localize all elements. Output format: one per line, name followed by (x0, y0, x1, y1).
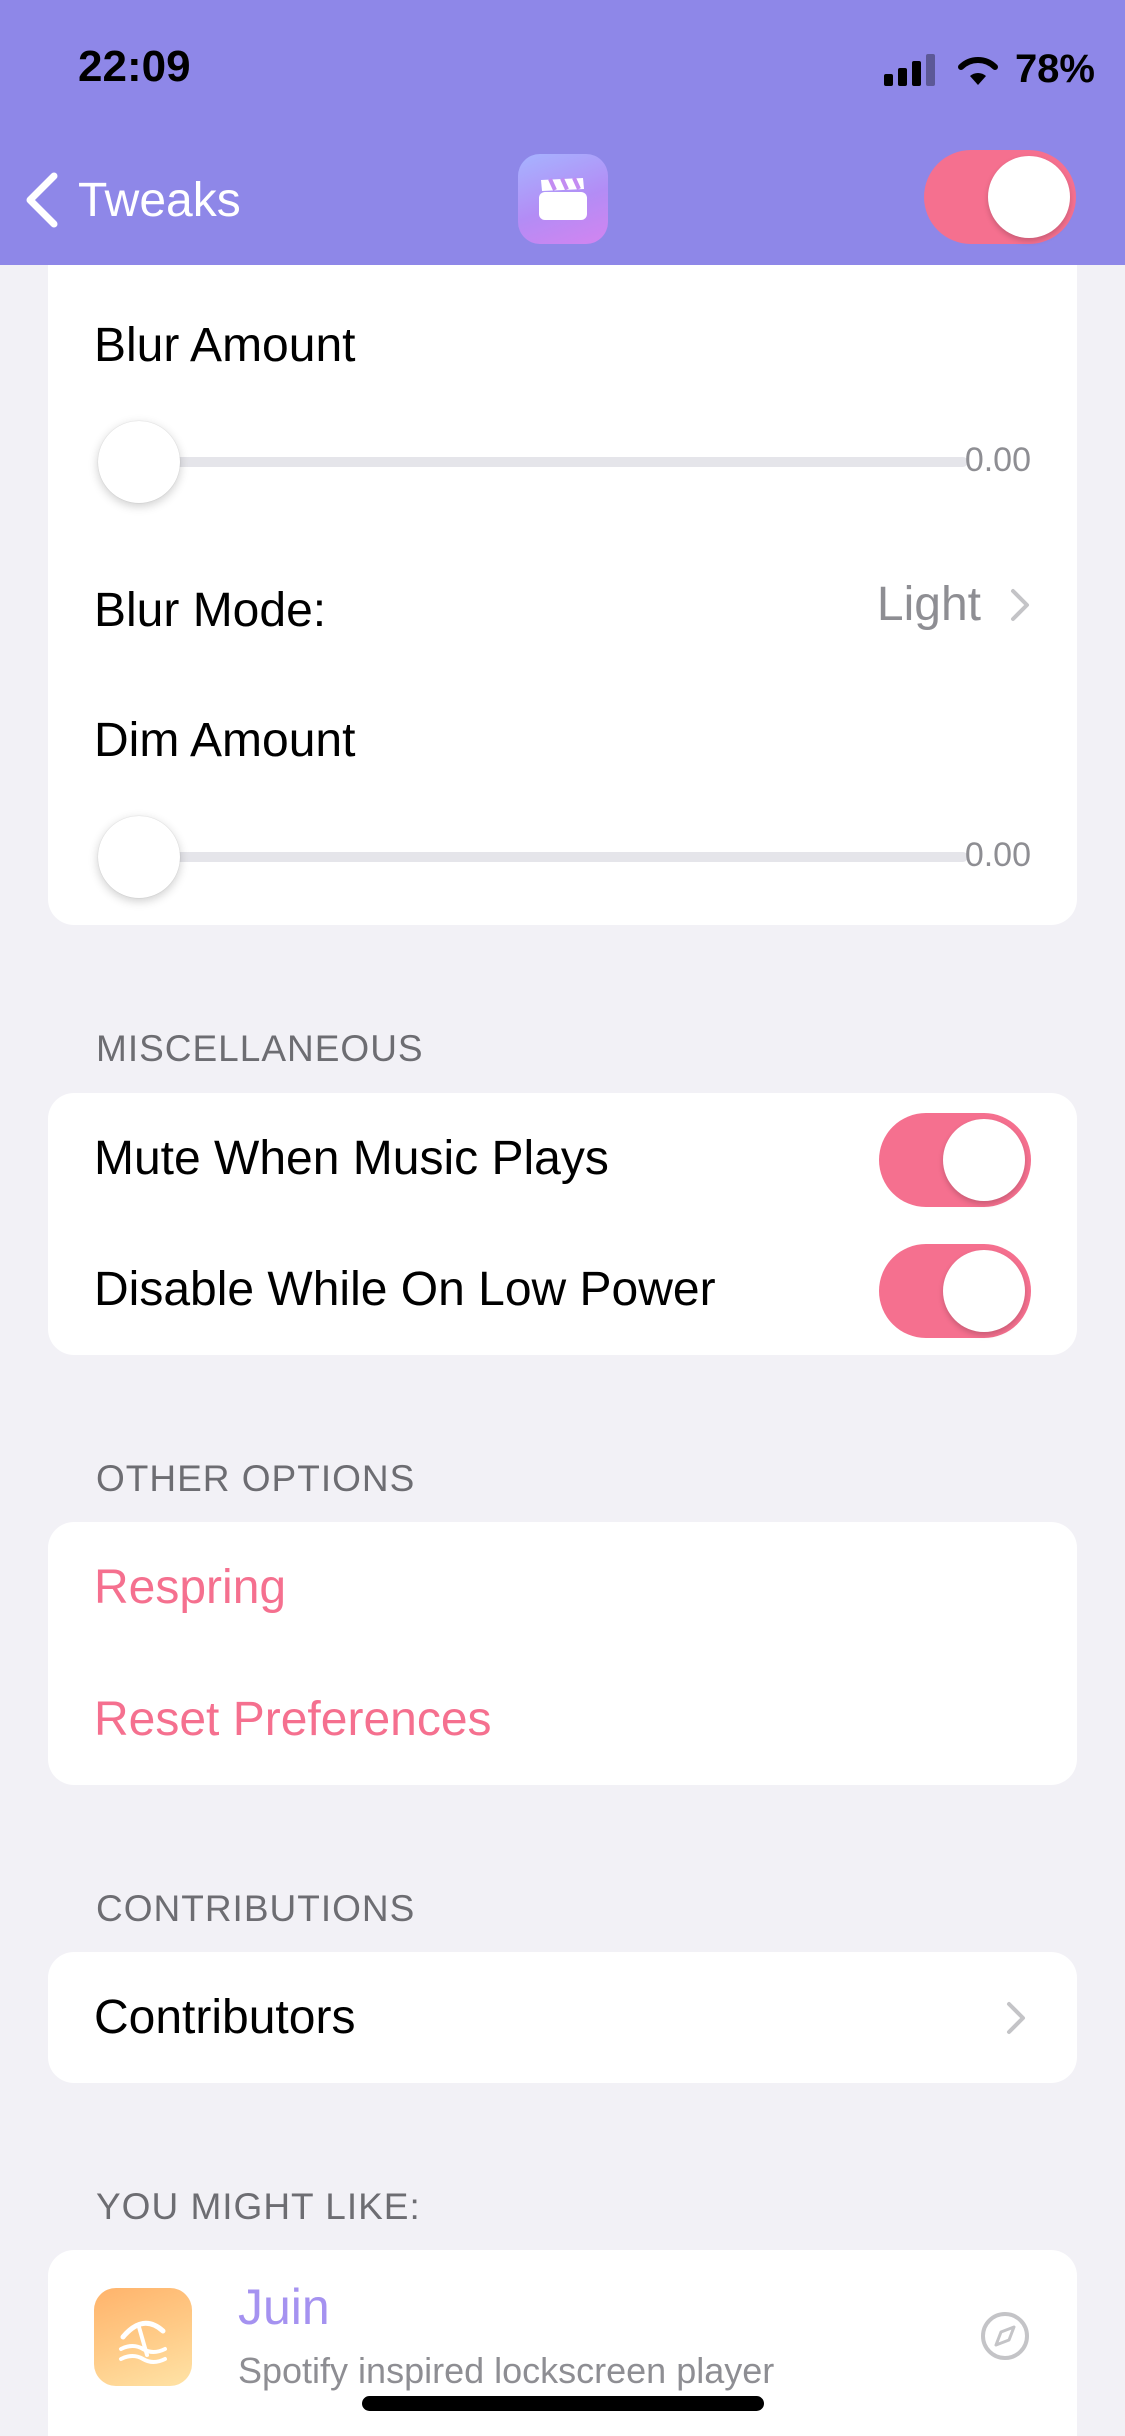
compass-icon[interactable] (979, 2310, 1031, 2362)
toggle-knob (943, 1250, 1025, 1332)
blur-amount-label: Blur Amount (94, 319, 356, 372)
blur-mode-value: Light (876, 578, 981, 631)
low-power-label: Disable While On Low Power (94, 1263, 716, 1316)
tweak-enabled-toggle[interactable] (924, 150, 1076, 244)
miscellaneous-card: Mute When Music Plays Disable While On L… (48, 1093, 1077, 1355)
slider-track (138, 457, 968, 467)
clapperboard-icon (518, 154, 608, 244)
blur-amount-slider[interactable] (98, 417, 968, 507)
wifi-icon (957, 56, 998, 85)
dim-amount-label: Dim Amount (94, 714, 356, 767)
contributors-label: Contributors (94, 1991, 356, 2044)
low-power-row: Disable While On Low Power (48, 1226, 1077, 1355)
blur-mode-label[interactable]: Blur Mode: (94, 583, 326, 638)
dim-amount-slider[interactable] (98, 812, 968, 902)
other-options-header: OTHER OPTIONS (96, 1458, 416, 1499)
chevron-right-icon (1011, 588, 1029, 621)
other-options-card: Respring Reset Preferences (48, 1522, 1077, 1785)
status-time: 22:09 (78, 42, 191, 91)
blur-mode-selector[interactable]: Light (877, 577, 1031, 632)
blur-settings-card: Blur Amount 0.00 Blur Mode: Light Dim Am… (48, 205, 1077, 925)
settings-screen: 22:09 78% Tweaks Blur Amount 0.00 Blur M… (0, 0, 1125, 2436)
package-name: Juin (238, 2279, 330, 2335)
back-button[interactable]: Tweaks (22, 165, 241, 235)
toggle-knob (988, 156, 1070, 238)
contributors-row[interactable]: Contributors (48, 1952, 1077, 2082)
low-power-toggle[interactable] (879, 1244, 1031, 1338)
chevron-left-icon (26, 172, 58, 228)
contributions-card: Contributors (48, 1952, 1077, 2083)
mute-when-music-label: Mute When Music Plays (94, 1132, 609, 1185)
status-indicators: 78% (883, 44, 1095, 94)
contributions-header: CONTRIBUTIONS (96, 1888, 416, 1929)
reset-preferences-button[interactable]: Reset Preferences (94, 1692, 492, 1747)
chevron-right-icon (1007, 2002, 1025, 2034)
mute-when-music-toggle[interactable] (879, 1113, 1031, 1207)
package-description: Spotify inspired lockscreen player (238, 2350, 775, 2391)
navigation-header: 22:09 78% Tweaks (0, 0, 1125, 265)
home-indicator[interactable] (362, 2396, 764, 2411)
you-might-like-header: YOU MIGHT LIKE: (96, 2186, 421, 2227)
back-label: Tweaks (78, 173, 241, 227)
package-icon (94, 2288, 192, 2386)
blur-amount-value: 0.00 (964, 441, 1031, 479)
respring-button[interactable]: Respring (94, 1560, 286, 1615)
miscellaneous-header: MISCELLANEOUS (96, 1028, 424, 1069)
cellular-signal-icon (883, 52, 935, 86)
battery-percentage: 78% (1014, 46, 1095, 91)
slider-track (138, 852, 968, 862)
dim-amount-value: 0.00 (964, 836, 1031, 874)
mute-when-music-row: Mute When Music Plays (48, 1095, 1077, 1225)
slider-thumb[interactable] (98, 816, 180, 898)
slider-thumb[interactable] (98, 421, 180, 503)
toggle-knob (943, 1119, 1025, 1201)
